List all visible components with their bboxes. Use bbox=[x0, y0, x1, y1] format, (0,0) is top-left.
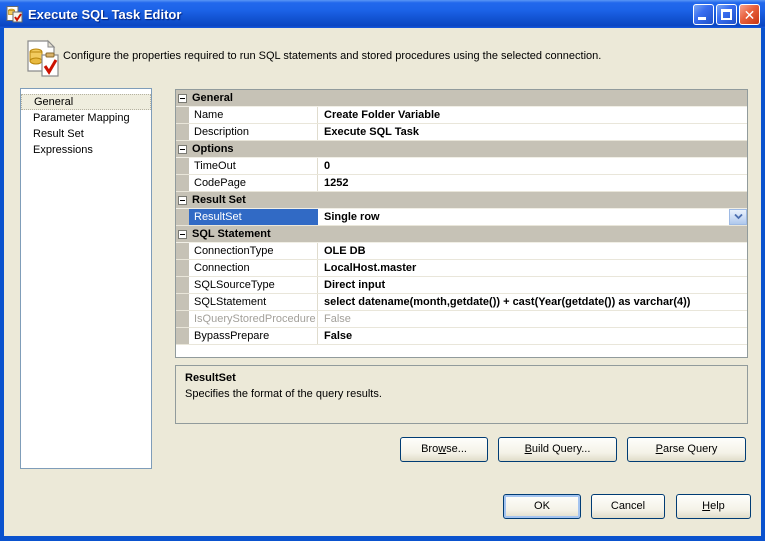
close-icon: ✕ bbox=[743, 7, 756, 23]
nav-item-parameter-mapping[interactable]: Parameter Mapping bbox=[21, 110, 151, 126]
category-label: SQL Statement bbox=[192, 228, 271, 240]
property-row-description[interactable]: Description Execute SQL Task bbox=[176, 124, 747, 141]
property-value[interactable]: LocalHost.master bbox=[318, 260, 747, 276]
browse-button[interactable]: Browse... bbox=[400, 437, 488, 462]
property-value[interactable]: OLE DB bbox=[318, 243, 747, 259]
property-value[interactable]: Single row bbox=[318, 209, 747, 225]
property-row-bypassprepare[interactable]: BypassPrepare False bbox=[176, 328, 747, 345]
task-document-icon bbox=[6, 5, 23, 22]
category-label: General bbox=[192, 92, 233, 104]
property-row-name[interactable]: Name Create Folder Variable bbox=[176, 107, 747, 124]
nav-item-result-set[interactable]: Result Set bbox=[21, 126, 151, 142]
property-name[interactable]: SQLSourceType bbox=[189, 277, 318, 293]
property-name[interactable]: SQLStatement bbox=[189, 294, 318, 310]
category-row-sql-statement[interactable]: SQL Statement bbox=[176, 226, 747, 243]
category-label: Options bbox=[192, 143, 234, 155]
collapse-icon[interactable] bbox=[178, 93, 187, 103]
property-name[interactable]: BypassPrepare bbox=[189, 328, 318, 344]
page-list: General Parameter Mapping Result Set Exp… bbox=[20, 88, 152, 469]
property-value: False bbox=[324, 313, 351, 325]
nav-item-expressions[interactable]: Expressions bbox=[21, 142, 151, 158]
property-row-sqlstatement[interactable]: SQLStatement select datename(month,getda… bbox=[176, 294, 747, 311]
dialog-body: Configure the properties required to run… bbox=[4, 28, 761, 536]
property-name[interactable]: ResultSet bbox=[189, 209, 318, 225]
maximize-button[interactable] bbox=[716, 4, 737, 25]
collapse-icon[interactable] bbox=[178, 195, 187, 205]
help-button[interactable]: Help bbox=[676, 494, 751, 519]
property-value[interactable]: select datename(month,getdate()) + cast(… bbox=[318, 294, 747, 310]
property-name[interactable]: ConnectionType bbox=[189, 243, 318, 259]
category-row-general[interactable]: General bbox=[176, 90, 747, 107]
property-row-connection[interactable]: Connection LocalHost.master bbox=[176, 260, 747, 277]
dialog-description: Configure the properties required to run… bbox=[63, 50, 602, 62]
property-value[interactable]: Create Folder Variable bbox=[318, 107, 747, 123]
property-help-panel: ResultSet Specifies the format of the qu… bbox=[175, 365, 748, 424]
help-property-title: ResultSet bbox=[185, 372, 236, 384]
property-value[interactable]: 1252 bbox=[318, 175, 747, 191]
property-name[interactable]: CodePage bbox=[189, 175, 318, 191]
property-name[interactable]: TimeOut bbox=[189, 158, 318, 174]
property-name[interactable]: Connection bbox=[189, 260, 318, 276]
parse-query-button[interactable]: Parse Query bbox=[627, 437, 746, 462]
property-row-isquerystoredprocedure[interactable]: IsQueryStoredProcedure False bbox=[176, 311, 747, 328]
property-value[interactable]: 0 bbox=[318, 158, 747, 174]
title-bar[interactable]: Execute SQL Task Editor ✕ bbox=[0, 0, 765, 28]
property-value[interactable]: Execute SQL Task bbox=[318, 124, 747, 140]
property-row-timeout[interactable]: TimeOut 0 bbox=[176, 158, 747, 175]
minimize-button[interactable] bbox=[693, 4, 714, 25]
property-row-resultset[interactable]: ResultSet Single row bbox=[176, 209, 747, 226]
property-row-codepage[interactable]: CodePage 1252 bbox=[176, 175, 747, 192]
nav-item-general[interactable]: General bbox=[21, 94, 151, 110]
dropdown-button[interactable] bbox=[729, 209, 747, 225]
property-value[interactable]: Direct input bbox=[318, 277, 747, 293]
minimize-icon bbox=[698, 17, 706, 20]
close-button[interactable]: ✕ bbox=[739, 4, 760, 25]
category-row-result-set[interactable]: Result Set bbox=[176, 192, 747, 209]
maximize-icon bbox=[721, 9, 732, 20]
window-title: Execute SQL Task Editor bbox=[28, 6, 182, 22]
property-row-connectiontype[interactable]: ConnectionType OLE DB bbox=[176, 243, 747, 260]
property-value[interactable]: False bbox=[318, 328, 747, 344]
property-name[interactable]: Description bbox=[189, 124, 318, 140]
category-label: Result Set bbox=[192, 194, 246, 206]
execute-sql-task-editor-dialog: Execute SQL Task Editor ✕ Configure the … bbox=[0, 0, 765, 541]
property-name[interactable]: Name bbox=[189, 107, 318, 123]
property-value-text: Single row bbox=[324, 211, 380, 223]
property-grid: General Name Create Folder Variable Desc… bbox=[175, 89, 748, 358]
collapse-icon[interactable] bbox=[178, 144, 187, 154]
ok-button[interactable]: OK bbox=[503, 494, 581, 519]
collapse-icon[interactable] bbox=[178, 229, 187, 239]
property-row-sqlsourcetype[interactable]: SQLSourceType Direct input bbox=[176, 277, 747, 294]
help-property-text: Specifies the format of the query result… bbox=[185, 388, 382, 400]
property-name: IsQueryStoredProcedure bbox=[189, 311, 318, 327]
chevron-down-icon bbox=[733, 214, 743, 220]
sql-task-banner-icon bbox=[27, 39, 59, 77]
build-query-button[interactable]: Build Query... bbox=[498, 437, 617, 462]
cancel-button[interactable]: Cancel bbox=[591, 494, 665, 519]
category-row-options[interactable]: Options bbox=[176, 141, 747, 158]
